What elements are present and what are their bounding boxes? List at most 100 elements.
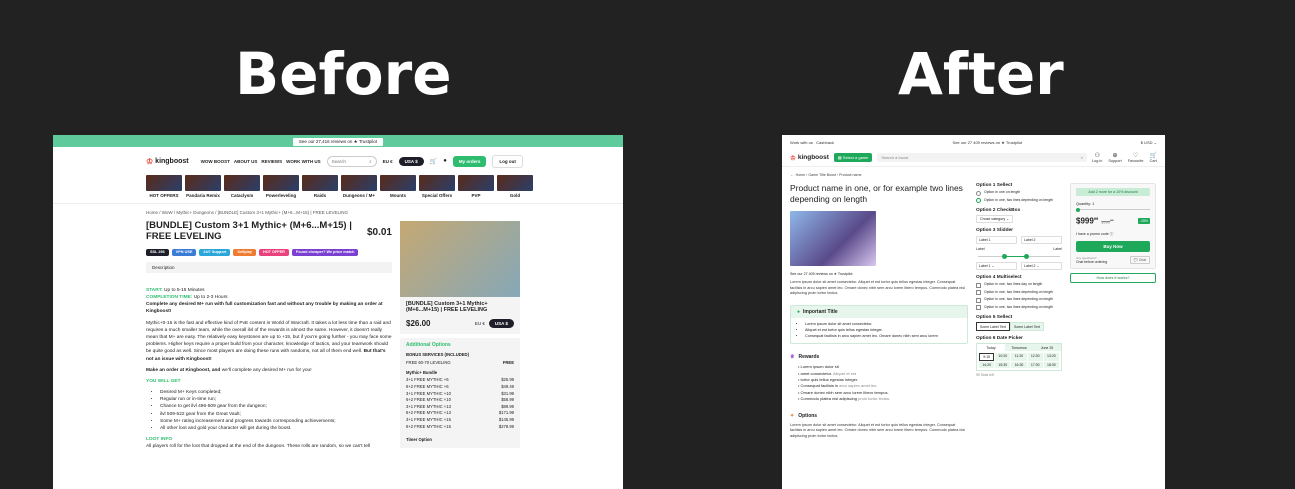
radio-checked-icon [976, 198, 981, 203]
time-slot[interactable]: 14:20 [979, 362, 995, 368]
price-row: $99999 $99999 -15% [1076, 216, 1150, 226]
option4-checkbox[interactable]: Option in one, two lines depending on le… [976, 297, 1062, 303]
time-slot[interactable]: 12:30 [1027, 353, 1043, 361]
logo[interactable]: ♔ kingboost [790, 154, 829, 162]
option-label: 3+1 FREE MYTHIC +15 [406, 416, 451, 422]
chat-button[interactable]: 💬 Chat [1129, 255, 1150, 264]
select-game-button[interactable]: ▦ Select a game [833, 153, 873, 162]
range-max-input[interactable]: Label 2 [1021, 236, 1062, 244]
after-screenshot: Work with us Cashback See our 27 409 rev… [782, 135, 1165, 489]
nav-item-work[interactable]: WORK WITH US [286, 159, 321, 164]
category-select[interactable]: Chose category ⌄ [976, 215, 1014, 223]
currency-select[interactable]: $ USD ⌄ [1141, 140, 1157, 145]
range-select-1[interactable]: Label 1 ⌄ [976, 262, 1017, 270]
option4-checkbox[interactable]: Option in one, two lines depending on le… [976, 290, 1062, 295]
bundle-option[interactable]: 3+1 FREE MYTHIC +13 $89.99 [406, 403, 514, 410]
range-slider[interactable] [976, 253, 1062, 259]
bundle-option[interactable]: 6+2 FREE MYTHIC +10 $58.99 [406, 396, 514, 403]
category-raids[interactable]: Raids [302, 175, 338, 203]
bundle-option[interactable]: 3+1 FREE MYTHIC +6 $25.99 [406, 377, 514, 384]
time-slot[interactable]: 9:15 [979, 353, 995, 361]
category-hot-offers[interactable]: HOT OFFERS [146, 175, 182, 203]
bundle-option[interactable]: 6+2 FREE MYTHIC +6 $49.49 [406, 383, 514, 390]
search-input[interactable]: Search a boost ⌕ [877, 153, 1088, 162]
time-slot[interactable]: 11:20 [1011, 353, 1027, 361]
card-currency-usd[interactable]: USA $ [488, 318, 514, 328]
category-powerleveling[interactable]: Powerleveling [263, 175, 299, 203]
option1-radio[interactable]: Option in one on length [976, 190, 1062, 196]
logout-button[interactable]: Log out [492, 154, 523, 168]
list-item: Regular run or in-time run; [160, 396, 392, 403]
category-gold[interactable]: Gold [497, 175, 533, 203]
promo-code-toggle[interactable]: I have a promo code ⓘ [1076, 232, 1150, 237]
time-slot[interactable]: 18:30 [1043, 362, 1059, 368]
header-icons: ⚇ Log in ⊕ Support ♡ Favourite 🛒 Cart [1092, 152, 1157, 163]
you-will-get-heading: YOU WILL GET [146, 378, 181, 384]
notification-icon[interactable]: ● [443, 158, 447, 164]
trustpilot-text[interactable]: See our 27 409 reviews on ★ Trustpilot [953, 140, 1023, 145]
breadcrumb-text: Home › Game Title Boost › Product name [795, 173, 862, 177]
segment-unselected[interactable]: Some Label Text [1010, 322, 1045, 331]
my-orders-button[interactable]: My orders [452, 155, 487, 167]
slider-label-left: Label [976, 247, 985, 251]
completion-value: Up to 2-3 Hours [193, 295, 228, 301]
segment-selected[interactable]: Some Label Text [976, 322, 1011, 331]
category-mounts[interactable]: Mounts [380, 175, 416, 203]
time-slot[interactable]: 15:30 [995, 362, 1011, 368]
search-input[interactable]: Search ⌕ [326, 155, 377, 167]
work-with-us-link[interactable]: Work with us [790, 140, 813, 145]
logo[interactable]: ♔ kingboost [146, 157, 189, 166]
range-select-2[interactable]: Label 2 ⌄ [1021, 262, 1062, 270]
favourite-button[interactable]: ♡ Favourite [1128, 152, 1144, 163]
breadcrumb[interactable]: ← Home › Game Title Boost › Product name [782, 167, 1165, 183]
login-button[interactable]: ⚇ Log in [1092, 152, 1102, 163]
segmented-control: Some Label Text Some Label Text [976, 322, 1062, 331]
slider-handle-max[interactable] [1024, 254, 1030, 259]
chat-row: Any questions? Chat before ordering 💬 Cha… [1076, 255, 1150, 264]
buy-now-button[interactable]: Buy Now [1076, 240, 1150, 252]
select-game-label: Select a game [842, 155, 869, 160]
date-tab-tomorrow[interactable]: Tomorrow [1005, 344, 1033, 351]
date-tab-today[interactable]: Today [977, 344, 1005, 351]
option4-checkbox[interactable]: Option in one, two lines depending on le… [976, 305, 1062, 310]
category-special[interactable]: Special Offers [419, 175, 455, 203]
option4-checkbox[interactable]: Option in one, two lines day on length [976, 282, 1062, 288]
time-slot[interactable]: 10:20 [995, 353, 1011, 361]
nav-item-about[interactable]: ABOUT US [234, 159, 258, 164]
date-tab-june[interactable]: June 25 [1033, 344, 1061, 351]
quantity-slider[interactable] [1076, 207, 1150, 212]
slider-handle-min[interactable] [1001, 254, 1007, 259]
important-title: Important Title [803, 309, 838, 316]
time-slot[interactable]: 17:30 [1027, 362, 1043, 368]
option1-radio[interactable]: Option in one, two lines depending on le… [976, 198, 1062, 203]
bundle-option[interactable]: 6+2 FREE MYTHIC +15 $278.99 [406, 423, 514, 430]
time-slot[interactable]: 16:30 [1011, 362, 1027, 368]
trustpilot-text[interactable]: See our 27,416 reviews on ★ Trustpilot [292, 138, 384, 146]
category-dungeons[interactable]: Dungeons / M+ [341, 175, 377, 203]
currency-eu[interactable]: EU € [383, 159, 393, 164]
cart-icon[interactable]: 🛒 [430, 158, 437, 165]
category-cataclysm[interactable]: Cataclysm [224, 175, 260, 203]
cashback-link[interactable]: Cashback [816, 140, 834, 145]
cart-button[interactable]: 🛒 Cart [1150, 152, 1157, 163]
nav-item-reviews[interactable]: REVIEWS [261, 159, 282, 164]
currency-usd-button[interactable]: USA $ [398, 156, 424, 166]
bundle-option[interactable]: 6+2 FREE MYTHIC +13 $171.99 [406, 410, 514, 417]
how-it-works-button[interactable]: How does it works? [1070, 272, 1156, 283]
breadcrumb[interactable]: Home / WoW / Mythic+ Dungeons / [BUNDLE]… [53, 203, 623, 221]
reviews-text[interactable]: See our 27 409 reviews on ★ Trustpilot [790, 272, 968, 276]
range-min-input[interactable]: Label 1 [976, 236, 1017, 244]
start-label: START: [146, 287, 163, 293]
bundle-option[interactable]: 3+1 FREE MYTHIC +15 $145.99 [406, 416, 514, 423]
card-currency-eu[interactable]: EU € [475, 321, 485, 326]
bonus-row[interactable]: FREE 60-70 LEVELING FREE [406, 359, 514, 366]
time-slot[interactable]: 13:20 [1043, 353, 1059, 361]
bundle-option[interactable]: 3+1 FREE MYTHIC +10 $31.99 [406, 390, 514, 397]
category-pandaria[interactable]: Pandaria Remix [185, 175, 221, 203]
support-button[interactable]: ⊕ Support [1108, 152, 1121, 163]
badge-price-match[interactable]: Found cheaper? We price match [291, 248, 359, 256]
category-pvp[interactable]: PVP [458, 175, 494, 203]
nav-item-wow-boost[interactable]: WOW BOOST [201, 159, 230, 164]
badge-row: SSL 256 VPN USE 24/7 Support Selfplay HO… [146, 248, 392, 256]
description-tab[interactable]: Description [146, 261, 392, 273]
